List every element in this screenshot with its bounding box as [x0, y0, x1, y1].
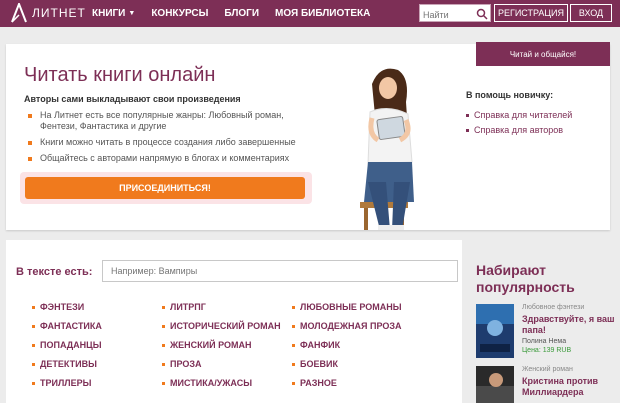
genre-link[interactable]: ДЕТЕКТИВЫ: [32, 355, 102, 374]
genre-column-2: ЛИТРПГ ИСТОРИЧЕСКИЙ РОМАН ЖЕНСКИЙ РОМАН …: [162, 298, 281, 393]
hero-features-list: На Литнет есть все популярные жанры: Люб…: [26, 110, 306, 169]
chevron-down-icon: ▼: [128, 10, 136, 17]
logo-text: ЛИТНЕТ: [32, 6, 86, 20]
genre-link[interactable]: ЛИТРПГ: [162, 298, 281, 317]
book-cover[interactable]: [476, 304, 514, 358]
nav-contests[interactable]: КОНКУРСЫ: [151, 8, 208, 19]
list-item: Книги можно читать в процессе создания л…: [26, 137, 306, 148]
book-genre: Любовное фэнтези: [522, 304, 585, 311]
book-card[interactable]: Любовное фэнтези Здравствуйте, я ваш пап…: [476, 304, 616, 360]
book-title[interactable]: Здравствуйте, я ваш папа!: [522, 314, 618, 336]
genres-panel: В тексте есть: ФЭНТЕЗИ ФАНТАСТИКА ПОПАДА…: [6, 240, 462, 403]
genre-link[interactable]: ФАНТАСТИКА: [32, 317, 102, 336]
hero-panel: Читать книги онлайн Авторы сами выкладыв…: [6, 44, 610, 230]
main-nav: КНИГИ ▼ КОНКУРСЫ БЛОГИ МОЯ БИБЛИОТЕКА: [92, 0, 386, 27]
help-link-authors[interactable]: Справка для авторов: [466, 125, 572, 135]
book-cover[interactable]: [476, 366, 514, 403]
book-genre: Женский роман: [522, 366, 573, 373]
genre-link[interactable]: МИСТИКА/УЖАСЫ: [162, 374, 281, 393]
hero-illustration: [350, 62, 430, 230]
genre-column-3: ЛЮБОВНЫЕ РОМАНЫ МОЛОДЕЖНАЯ ПРОЗА ФАНФИК …: [292, 298, 402, 393]
search-input[interactable]: [420, 7, 476, 23]
genre-link[interactable]: ФАНФИК: [292, 336, 402, 355]
help-title: В помощь новичку:: [466, 90, 554, 100]
nav-books[interactable]: КНИГИ ▼: [92, 8, 135, 19]
genre-column-1: ФЭНТЕЗИ ФАНТАСТИКА ПОПАДАНЦЫ ДЕТЕКТИВЫ Т…: [32, 298, 102, 393]
genre-link[interactable]: ИСТОРИЧЕСКИЙ РОМАН: [162, 317, 281, 336]
genres-search: [102, 260, 458, 282]
genre-link[interactable]: ТРИЛЛЕРЫ: [32, 374, 102, 393]
nav-blogs[interactable]: БЛОГИ: [224, 8, 259, 19]
book-card[interactable]: Женский роман Кристина против Миллиардер…: [476, 366, 616, 403]
genre-link[interactable]: ФЭНТЕЗИ: [32, 298, 102, 317]
join-button[interactable]: ПРИСОЕДИНИТЬСЯ!: [25, 177, 305, 199]
nav-books-label: КНИГИ: [92, 8, 126, 19]
login-button[interactable]: ВХОД: [570, 4, 612, 22]
genres-search-label: В тексте есть:: [16, 266, 93, 278]
hero-title: Читать книги онлайн: [24, 64, 216, 86]
book-title[interactable]: Кристина против Миллиардера: [522, 376, 618, 398]
search-icon[interactable]: [476, 7, 488, 20]
book-author[interactable]: Полина Нема: [522, 338, 566, 345]
register-button[interactable]: РЕГИСТРАЦИЯ: [494, 4, 568, 22]
genre-link[interactable]: ЛЮБОВНЫЕ РОМАНЫ: [292, 298, 402, 317]
genre-link[interactable]: РАЗНОЕ: [292, 374, 402, 393]
chat-tab[interactable]: Читай и общайся!: [476, 42, 610, 66]
join-button-wrap: ПРИСОЕДИНИТЬСЯ!: [20, 172, 312, 204]
top-navbar: ЛИТНЕТ КНИГИ ▼ КОНКУРСЫ БЛОГИ МОЯ БИБЛИОТ…: [0, 0, 620, 27]
header-search: [419, 4, 491, 23]
genres-search-input[interactable]: [103, 261, 457, 281]
genre-link[interactable]: ПОПАДАНЦЫ: [32, 336, 102, 355]
list-item: На Литнет есть все популярные жанры: Люб…: [26, 110, 306, 132]
logo-icon: [10, 3, 28, 23]
genre-link[interactable]: БОЕВИК: [292, 355, 402, 374]
list-item: Общайтесь с авторами напрямую в блогах и…: [26, 153, 306, 164]
genre-link[interactable]: ПРОЗА: [162, 355, 281, 374]
help-link-readers[interactable]: Справка для читателей: [466, 110, 572, 120]
nav-my-library[interactable]: МОЯ БИБЛИОТЕКА: [275, 8, 370, 19]
site-logo[interactable]: ЛИТНЕТ: [10, 3, 86, 23]
genre-link[interactable]: ЖЕНСКИЙ РОМАН: [162, 336, 281, 355]
popular-title: Набирают популярность: [476, 262, 575, 295]
genre-link[interactable]: МОЛОДЕЖНАЯ ПРОЗА: [292, 317, 402, 336]
hero-subtitle: Авторы сами выкладывают свои произведени…: [24, 94, 241, 104]
book-price: Цена: 139 RUB: [522, 347, 572, 354]
help-links: Справка для читателей Справка для авторо…: [466, 110, 572, 140]
